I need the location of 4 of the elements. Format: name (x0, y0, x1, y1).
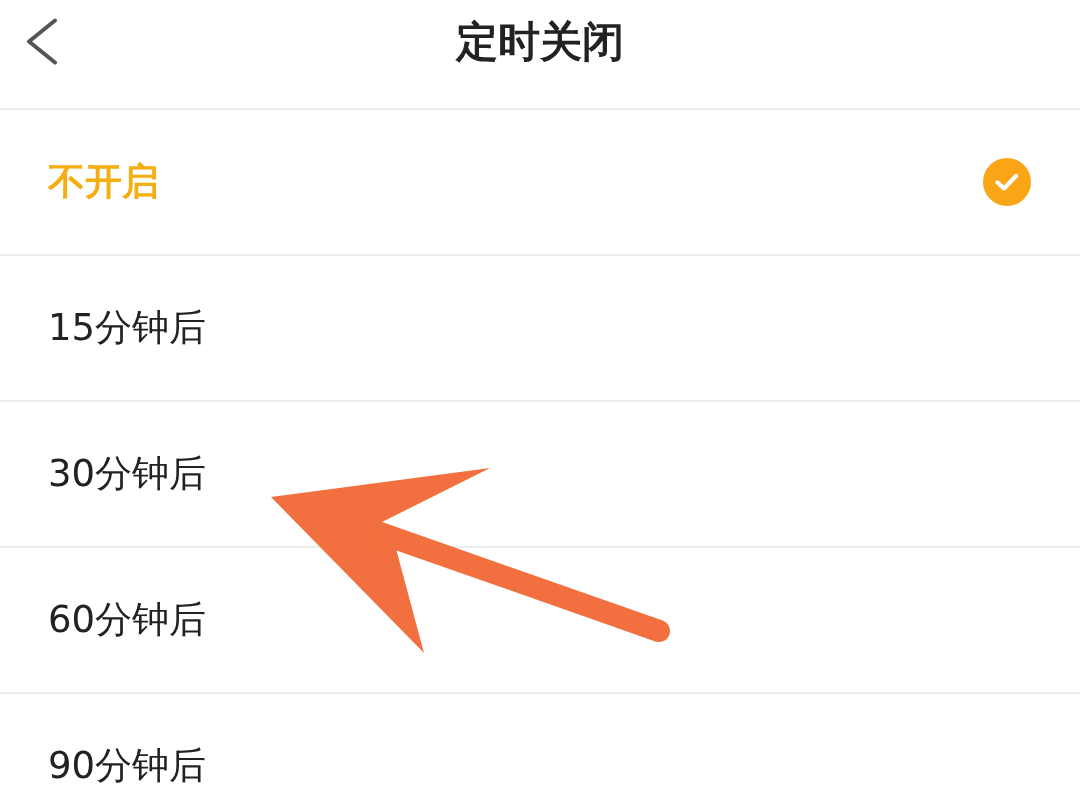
back-button[interactable] (24, 16, 60, 66)
chevron-left-icon (26, 17, 58, 65)
page-title: 定时关闭 (456, 16, 624, 68)
check-circle-icon (983, 158, 1031, 206)
